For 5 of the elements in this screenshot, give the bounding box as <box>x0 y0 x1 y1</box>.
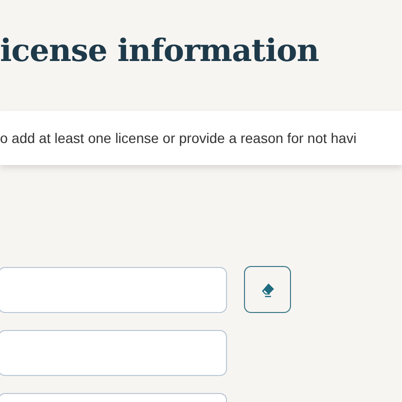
page-heading: icense information <box>0 32 320 71</box>
input-field[interactable] <box>0 266 227 312</box>
input-field[interactable] <box>0 330 227 376</box>
notice-text: o add at least one license or provide a reason for not havi <box>0 130 356 146</box>
clear-button[interactable] <box>244 266 291 313</box>
